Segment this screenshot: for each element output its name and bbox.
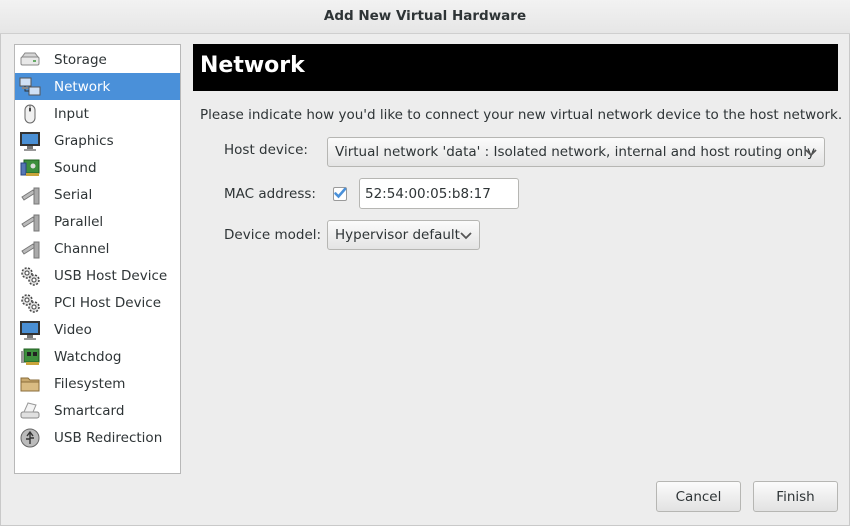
chevron-down-icon xyxy=(459,229,473,243)
page-title: Network xyxy=(200,53,305,78)
sidebar-item-label: USB Host Device xyxy=(54,267,168,284)
pci-gears-icon xyxy=(19,292,41,314)
sidebar-item-sound[interactable]: Sound xyxy=(15,154,180,181)
device-model-value: Hypervisor default xyxy=(335,227,460,243)
sidebar-item-channel[interactable]: Channel xyxy=(15,235,180,262)
sidebar-item-label: Watchdog xyxy=(54,348,122,365)
checkmark-icon xyxy=(334,187,347,199)
sidebar-item-label: Storage xyxy=(54,51,107,68)
device-model-select[interactable]: Hypervisor default xyxy=(327,220,480,250)
mouse-icon xyxy=(19,103,41,125)
chevron-down-icon xyxy=(804,146,818,160)
folder-icon xyxy=(19,373,41,395)
sidebar-item-watchdog[interactable]: Watchdog xyxy=(15,343,180,370)
hardware-type-list[interactable]: Storage Network Input Graphics Sound Serial Pa… xyxy=(14,44,181,474)
sidebar-item-usb-redirection[interactable]: USB Redirection xyxy=(15,424,180,451)
device-model-label: Device model: xyxy=(224,227,322,243)
sidebar-item-input[interactable]: Input xyxy=(15,100,180,127)
sidebar-item-label: USB Redirection xyxy=(54,429,163,446)
sidebar-item-label: Serial xyxy=(54,186,93,203)
sound-card-icon xyxy=(19,157,41,179)
sidebar-item-label: Video xyxy=(54,321,92,338)
sidebar-item-parallel[interactable]: Parallel xyxy=(15,208,180,235)
mac-address-checkbox[interactable] xyxy=(333,187,347,201)
sidebar-item-network[interactable]: Network xyxy=(15,73,180,100)
sidebar-item-filesystem[interactable]: Filesystem xyxy=(15,370,180,397)
sidebar-item-storage[interactable]: Storage xyxy=(15,46,180,73)
watchdog-card-icon xyxy=(19,346,41,368)
video-monitor-icon xyxy=(19,319,41,341)
usb-redirection-icon xyxy=(19,427,41,449)
description-text: Please indicate how you'd like to connec… xyxy=(200,107,843,123)
sidebar-item-label: Filesystem xyxy=(54,375,126,392)
cancel-button[interactable]: Cancel xyxy=(656,481,741,512)
sidebar-item-label: PCI Host Device xyxy=(54,294,162,311)
sidebar-item-label: Graphics xyxy=(54,132,114,149)
page-header: Network xyxy=(193,44,838,91)
sidebar-item-smartcard[interactable]: Smartcard xyxy=(15,397,180,424)
mac-address-input[interactable] xyxy=(359,178,519,209)
network-icon xyxy=(19,76,41,98)
storage-icon xyxy=(19,49,41,71)
channel-plug-icon xyxy=(19,238,41,260)
mac-address-label: MAC address: xyxy=(224,186,316,202)
sidebar-item-video[interactable]: Video xyxy=(15,316,180,343)
serial-plug-icon xyxy=(19,184,41,206)
sidebar-item-label: Parallel xyxy=(54,213,104,230)
sidebar-item-label: Sound xyxy=(54,159,97,176)
sidebar-item-label: Network xyxy=(54,78,111,95)
sidebar-item-usb-host-device[interactable]: USB Host Device xyxy=(15,262,180,289)
finish-button[interactable]: Finish xyxy=(753,481,838,512)
sidebar-item-pci-host-device[interactable]: PCI Host Device xyxy=(15,289,180,316)
monitor-icon xyxy=(19,130,41,152)
host-device-label: Host device: xyxy=(224,142,308,158)
parallel-plug-icon xyxy=(19,211,41,233)
sidebar-item-label: Input xyxy=(54,105,89,122)
host-device-select[interactable]: Virtual network 'data' : Isolated networ… xyxy=(327,137,825,167)
sidebar-item-serial[interactable]: Serial xyxy=(15,181,180,208)
window-title: Add New Virtual Hardware xyxy=(0,0,850,34)
dialog-body: Storage Network Input Graphics Sound Serial Pa… xyxy=(0,34,850,526)
sidebar-item-graphics[interactable]: Graphics xyxy=(15,127,180,154)
sidebar-item-label: Smartcard xyxy=(54,402,125,419)
host-device-value: Virtual network 'data' : Isolated networ… xyxy=(335,144,815,160)
sidebar-item-label: Channel xyxy=(54,240,110,257)
smartcard-reader-icon xyxy=(19,400,41,422)
usb-gears-icon xyxy=(19,265,41,287)
